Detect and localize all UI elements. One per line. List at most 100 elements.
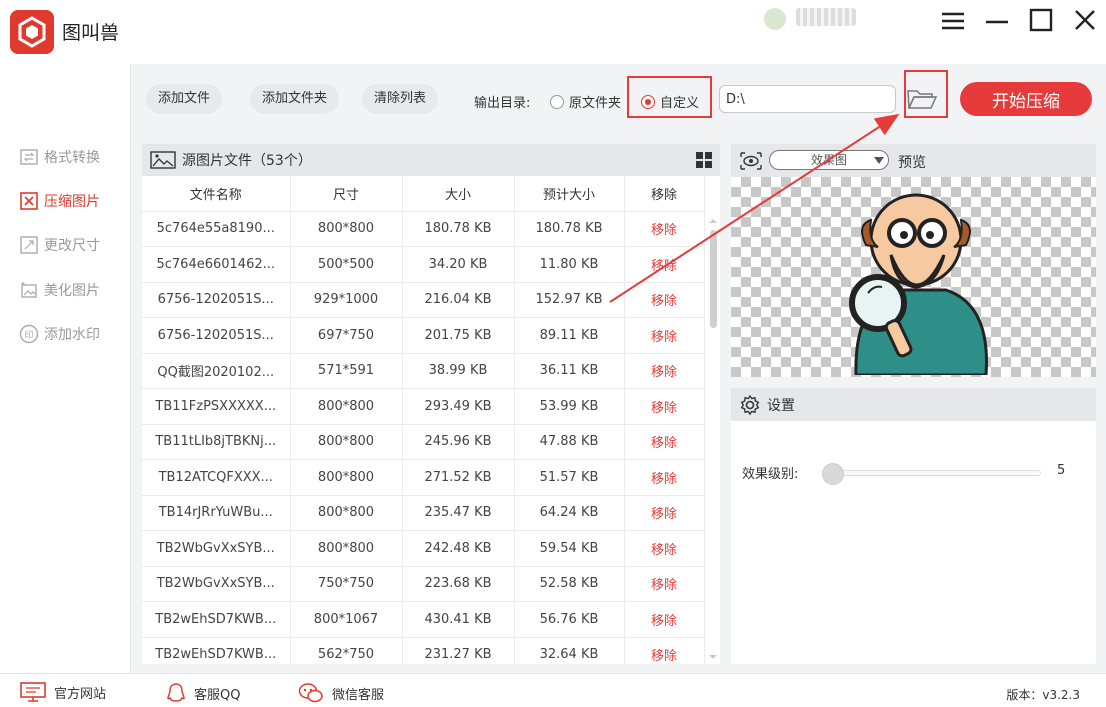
remove-link[interactable]: 移除: [624, 388, 705, 425]
preview-label: 预览: [898, 155, 926, 171]
cell-size: 430.41 KB: [402, 601, 515, 638]
slider-handle[interactable]: [822, 463, 844, 485]
sidebar-item-compress[interactable]: 压缩图片: [18, 188, 100, 214]
cell-estimated-size: 152.97 KB: [514, 282, 625, 318]
table-row[interactable]: 5c764e6601462... 500*500 34.20 KB 11.80 KB 移…: [142, 246, 705, 283]
cell-estimated-size: 47.88 KB: [514, 424, 625, 460]
cell-size: 231.27 KB: [402, 637, 515, 664]
remove-link[interactable]: 移除: [624, 601, 705, 638]
remove-link[interactable]: 移除: [624, 246, 705, 283]
cell-filename: TB2WbGvXxSYB...: [142, 566, 291, 602]
sidebar-item-label: 压缩图片: [44, 194, 100, 210]
preview-mode-select[interactable]: 效果图: [769, 150, 889, 170]
remove-link[interactable]: 移除: [624, 530, 705, 567]
cell-estimated-size: 52.58 KB: [514, 566, 625, 602]
cell-dimensions: 750*750: [290, 566, 403, 602]
file-list-scrollbar[interactable]: [706, 214, 720, 664]
maximize-icon[interactable]: [1026, 6, 1056, 36]
sidebar-item-beautify[interactable]: 美化图片: [18, 277, 100, 303]
sidebar-item-resize[interactable]: 更改尺寸: [18, 232, 100, 258]
table-row[interactable]: TB12ATCQFXXX... 800*800 271.52 KB 51.57 KB 移…: [142, 459, 705, 496]
cell-dimensions: 800*800: [290, 388, 403, 425]
table-row[interactable]: 6756-1202051S... 929*1000 216.04 KB 152.97 …: [142, 282, 705, 318]
remove-link[interactable]: 移除: [624, 424, 705, 460]
sidebar-item-label: 更改尺寸: [44, 238, 100, 254]
cell-estimated-size: 36.11 KB: [514, 353, 625, 389]
output-path-input[interactable]: [719, 85, 896, 113]
sidebar-item-label: 添加水印: [44, 327, 100, 343]
sidebar-item-format-convert[interactable]: 格式转换: [18, 144, 100, 170]
table-row[interactable]: 6756-1202051S... 697*750 201.75 KB 89.11 KB…: [142, 317, 705, 354]
cell-dimensions: 800*800: [290, 424, 403, 460]
eye-icon[interactable]: [739, 150, 763, 176]
cell-estimated-size: 53.99 KB: [514, 388, 625, 425]
settings-title: 设置: [767, 397, 795, 414]
cell-dimensions: 800*800: [290, 459, 403, 496]
col-size[interactable]: 大小: [402, 176, 515, 212]
cell-size: 216.04 KB: [402, 282, 515, 318]
preview-image: [731, 177, 1096, 377]
add-folder-button[interactable]: 添加文件夹: [250, 84, 340, 114]
title-bar: 图叫兽: [0, 0, 1106, 64]
col-estimated-size[interactable]: 预计大小: [514, 176, 625, 212]
cell-dimensions: 800*800: [290, 211, 403, 247]
table-row[interactable]: QQ截图2020102... 571*591 38.99 KB 36.11 KB 移除: [142, 353, 705, 389]
effect-level-slider[interactable]: [822, 463, 1041, 485]
table-row[interactable]: TB2WbGvXxSYB... 800*800 242.48 KB 59.54 KB 移…: [142, 530, 705, 567]
add-file-button[interactable]: 添加文件: [146, 84, 223, 114]
cell-filename: TB12ATCQFXXX...: [142, 459, 291, 496]
remove-link[interactable]: 移除: [624, 566, 705, 602]
col-filename[interactable]: 文件名称: [142, 176, 291, 212]
cell-filename: 6756-1202051S...: [142, 282, 291, 318]
footer-link-label: 微信客服: [332, 687, 385, 703]
sidebar-item-watermark[interactable]: 印 添加水印: [18, 321, 100, 347]
cell-estimated-size: 56.76 KB: [514, 601, 625, 638]
cell-size: 34.20 KB: [402, 246, 515, 283]
cell-size: 271.52 KB: [402, 459, 515, 496]
radio-indicator[interactable]: [550, 94, 564, 109]
minimize-icon[interactable]: [982, 6, 1012, 36]
col-dimensions[interactable]: 尺寸: [290, 176, 403, 212]
radio-label: 原文件夹: [569, 96, 622, 111]
official-website-link[interactable]: 官方网站: [20, 682, 106, 702]
cell-dimensions: 929*1000: [290, 282, 403, 318]
user-name-blurred[interactable]: [796, 8, 856, 26]
cell-size: 38.99 KB: [402, 353, 515, 389]
start-compress-button[interactable]: 开始压缩: [960, 82, 1092, 116]
scroll-thumb[interactable]: [710, 230, 717, 328]
remove-link[interactable]: 移除: [624, 282, 705, 318]
table-row[interactable]: TB11FzPSXXXXX... 800*800 293.49 KB 53.99 KB…: [142, 388, 705, 425]
table-row[interactable]: TB2wEhSD7KWB... 800*1067 430.41 KB 56.76 KB…: [142, 601, 705, 638]
settings-panel: 设置 效果级别: 5: [731, 388, 1096, 664]
table-row[interactable]: TB2WbGvXxSYB... 750*750 223.68 KB 52.58 KB 移…: [142, 566, 705, 602]
table-row[interactable]: 5c764e55a8190... 800*800 180.78 KB 180.78 K…: [142, 211, 705, 247]
radio-original-folder[interactable]: 原文件夹: [550, 92, 621, 111]
remove-link[interactable]: 移除: [624, 353, 705, 389]
sidebar: 格式转换 压缩图片 更改尺寸 美化图片 印 添加水印: [0, 64, 131, 673]
menu-icon[interactable]: [938, 6, 968, 36]
footer-link-label: 客服QQ: [194, 687, 241, 703]
remove-link[interactable]: 移除: [624, 637, 705, 664]
table-row[interactable]: TB2wEhSD7KWB... 562*750 231.27 KB 32.64 KB 移…: [142, 637, 705, 664]
support-qq-link[interactable]: 客服QQ: [166, 682, 240, 704]
user-avatar[interactable]: [764, 8, 786, 30]
table-header-row: 文件名称 尺寸 大小 预计大小 移除: [142, 176, 705, 212]
remove-link[interactable]: 移除: [624, 317, 705, 354]
cell-dimensions: 800*800: [290, 530, 403, 567]
output-dir-label: 输出目录:: [474, 96, 531, 111]
close-icon[interactable]: [1070, 6, 1100, 36]
cell-dimensions: 800*800: [290, 495, 403, 531]
cartoon-preview-image: [849, 193, 988, 375]
remove-link[interactable]: 移除: [624, 459, 705, 496]
remove-link[interactable]: 移除: [624, 211, 705, 247]
format-convert-icon: [18, 146, 40, 168]
table-row[interactable]: TB14rJRrYuWBu... 800*800 235.47 KB 64.24 KB…: [142, 495, 705, 531]
cell-filename: QQ截图2020102...: [142, 353, 291, 389]
cell-size: 223.68 KB: [402, 566, 515, 602]
support-wechat-link[interactable]: 微信客服: [298, 682, 384, 704]
table-row[interactable]: TB11tLIb8jTBKNj... 800*800 245.96 KB 47.88 …: [142, 424, 705, 460]
cell-filename: 5c764e6601462...: [142, 246, 291, 283]
remove-link[interactable]: 移除: [624, 495, 705, 531]
grid-view-icon[interactable]: [696, 152, 712, 168]
clear-list-button[interactable]: 清除列表: [362, 84, 439, 114]
